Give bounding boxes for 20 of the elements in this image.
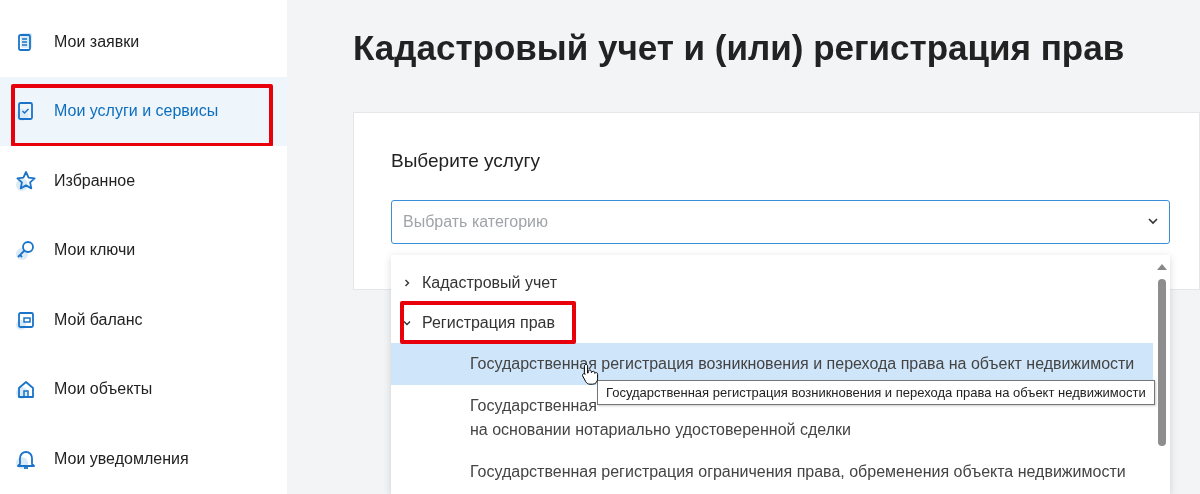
option-text: Государственная <box>470 397 597 414</box>
service-option[interactable]: Государственная регистрация возникновения и перехода права на объект недвижимости <box>391 343 1153 385</box>
category-option[interactable]: Кадастровый учет <box>391 263 1153 303</box>
sidebar-item[interactable]: Мои услуги и сервисы <box>0 76 287 146</box>
category-option[interactable]: Регистрация прав <box>391 303 1153 343</box>
page-title: Кадастровый учет и (или) регистрация прав <box>353 27 1126 69</box>
star-icon <box>15 169 37 192</box>
card-heading: Выберите услугу <box>391 149 541 173</box>
chevron-icon <box>403 319 411 327</box>
option-text: Государственная регистрация ограничения права, обременения объекта недвижимости <box>470 463 1126 480</box>
tooltip: Государственная регистрация возникновения и перехода права на объект недвижимости <box>597 380 1155 405</box>
key-icon <box>15 239 37 262</box>
chevron-icon <box>403 279 411 287</box>
scroll-up-icon[interactable] <box>1156 263 1167 270</box>
scrollbar-thumb[interactable] <box>1157 279 1166 446</box>
house-icon <box>15 378 37 401</box>
option-text: на основании нотариально удостоверенной сделки <box>470 421 851 438</box>
option-text: Государственная регистрация возникновения и перехода права на объект недвижимости <box>470 355 1135 372</box>
service-option[interactable]: Государственная регистрация ограничения права, обременения объекта недвижимости <box>391 451 1153 493</box>
caret-icon <box>1148 218 1158 225</box>
